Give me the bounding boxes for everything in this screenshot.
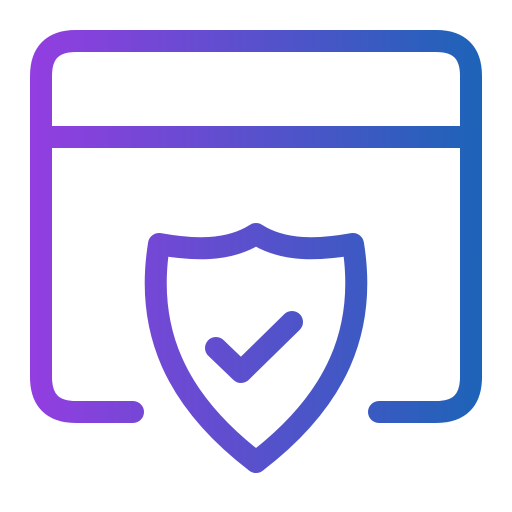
checkmark-icon bbox=[205, 311, 303, 383]
secure-browser-icon bbox=[0, 0, 512, 512]
browser-shield-icon bbox=[30, 30, 482, 473]
